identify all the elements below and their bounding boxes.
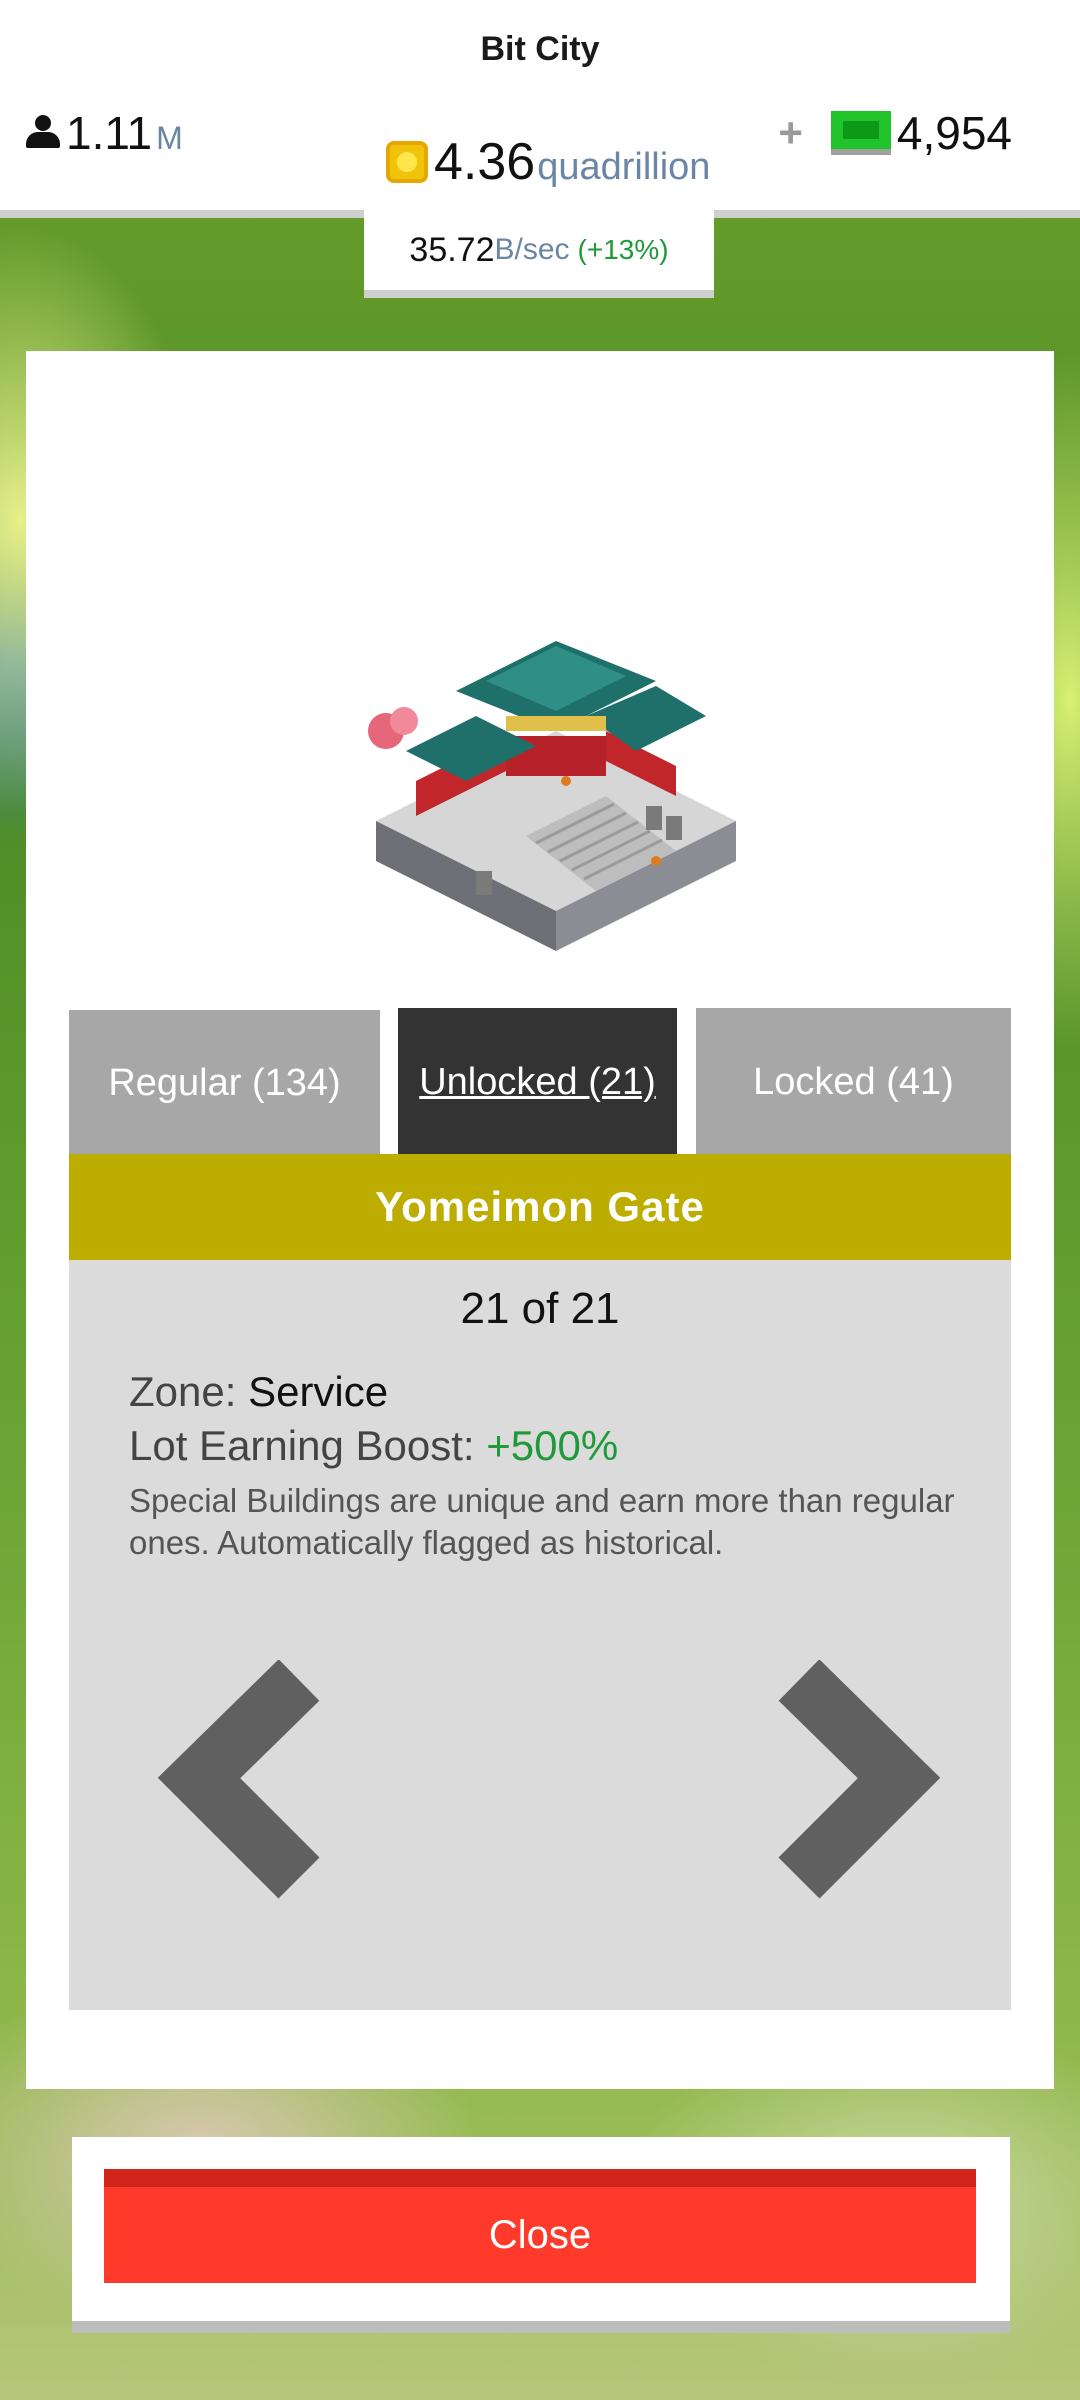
boost-value: +500% — [486, 1422, 619, 1469]
rate-unit: B/sec — [494, 233, 570, 266]
cash-value: 4,954 — [896, 107, 1012, 159]
coin-icon — [386, 141, 428, 183]
cash-icon — [830, 111, 891, 155]
zone-value: Service — [248, 1368, 389, 1415]
tab-regular[interactable]: Regular (134) — [69, 1010, 380, 1156]
tab-locked[interactable]: Locked (41) — [696, 1008, 1011, 1156]
income-rate: 35.72 B/sec (+13%) — [364, 210, 714, 298]
close-container: Close — [72, 2137, 1010, 2333]
rate-value: 35.72 — [409, 230, 495, 269]
city-name: Bit City — [480, 30, 600, 68]
top-hud: Bit City 1.11 M 4.36 quadrillion + 4,954 — [0, 0, 1080, 218]
zone-row: Zone: Service — [129, 1368, 388, 1416]
add-cash-button[interactable]: + — [778, 109, 803, 157]
zone-label: Zone: — [129, 1368, 249, 1415]
coins-display[interactable]: 4.36 quadrillion — [386, 132, 710, 192]
population-value: 1.11 — [66, 107, 153, 159]
building-description: Special Buildings are unique and earn mo… — [129, 1482, 955, 1561]
person-icon — [26, 115, 60, 151]
building-info: 21 of 21 Zone: Service Lot Earning Boost… — [69, 1260, 1011, 2010]
close-button[interactable]: Close — [104, 2169, 976, 2283]
rate-bonus: (+13%) — [577, 234, 669, 265]
chevron-right-icon — [778, 1660, 941, 1899]
building-name: Yomeimon Gate — [69, 1154, 1011, 1260]
coins-unit: quadrillion — [537, 146, 711, 188]
building-image — [368, 641, 736, 951]
previous-building-button[interactable] — [149, 1660, 349, 1920]
next-building-button[interactable] — [749, 1660, 949, 1920]
cash-display[interactable]: + 4,954 — [778, 106, 1012, 160]
population-display[interactable]: 1.11 M — [26, 106, 183, 160]
tab-unlocked[interactable]: Unlocked (21) — [398, 1008, 677, 1156]
building-tabs: Regular (134) Unlocked (21) Locked (41) — [69, 1008, 1011, 1156]
buildings-panel: Regular (134) Unlocked (21) Locked (41) … — [26, 351, 1054, 2089]
building-counter: 21 of 21 — [460, 1284, 620, 1333]
coins-value: 4.36 — [434, 133, 536, 191]
population-unit: M — [156, 120, 183, 156]
boost-label: Lot Earning Boost: — [129, 1422, 487, 1469]
boost-row: Lot Earning Boost: +500% — [129, 1422, 618, 1470]
